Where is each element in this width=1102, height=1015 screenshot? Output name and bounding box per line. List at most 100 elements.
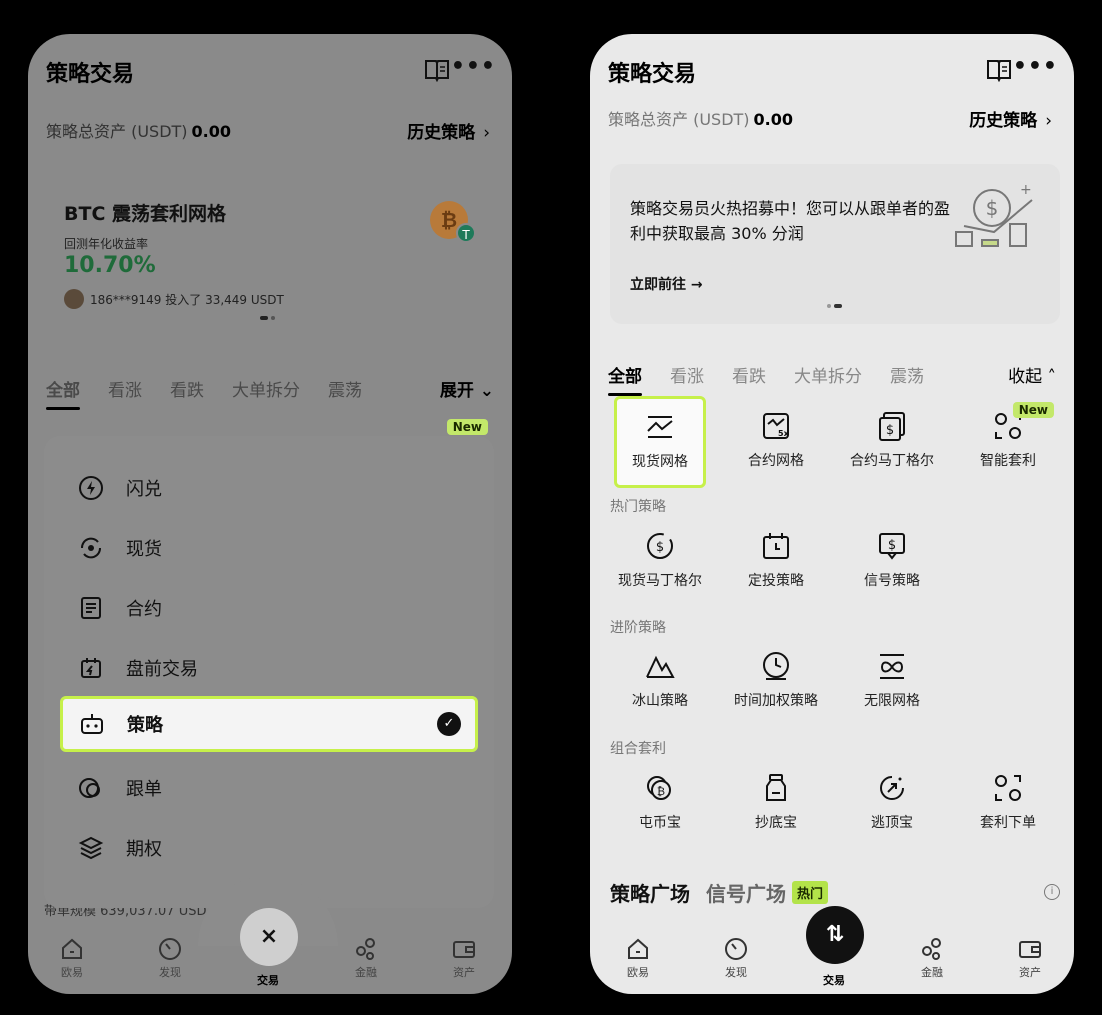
tab-bearish[interactable]: 看跌 [170, 376, 204, 401]
menu-item-strategy[interactable]: 策略 ✓ [60, 696, 478, 752]
menu-item-flash-swap[interactable]: 闪兑 [44, 460, 494, 516]
tab-block-split[interactable]: 大单拆分 [794, 362, 862, 387]
discover-icon [725, 938, 747, 960]
jar-icon [766, 774, 786, 801]
chevron-right-icon: › [483, 123, 490, 143]
svg-text:5x: 5x [778, 429, 790, 438]
expand-button[interactable]: 展开 ⌄ [440, 376, 494, 401]
recruit-banner[interactable]: 策略交易员火热招募中！您可以从跟单者的盈利中获取最高 30% 分润 立即前往 →… [610, 164, 1060, 324]
strategy-iceberg[interactable]: 冰山策略 [610, 650, 710, 710]
tether-icon: T [456, 223, 476, 243]
history-strategy-link[interactable]: 历史策略 › [407, 118, 490, 143]
strategy-dca[interactable]: 定投策略 [726, 530, 826, 590]
mountain-icon [646, 655, 675, 678]
calendar-clock-icon [763, 533, 789, 559]
finance-icon [922, 938, 941, 960]
strategy-peak-exit[interactable]: 逃顶宝 [842, 772, 942, 832]
strategy-hodl-bao[interactable]: ₿ 屯币宝 [610, 772, 710, 832]
tab-bullish[interactable]: 看涨 [670, 362, 704, 387]
tab-strategy-plaza[interactable]: 策略广场 [610, 878, 690, 907]
copy-trade-icon [78, 775, 104, 801]
total-assets: 策略总资产 (USDT) 0.00 [46, 122, 232, 141]
flash-icon [78, 475, 104, 501]
wallet-icon [453, 941, 475, 958]
chevron-right-icon: › [1045, 111, 1052, 131]
dollar-growth-illustration: $ + [955, 182, 1033, 247]
hot-badge: 热门 [792, 881, 829, 904]
nav-discover[interactable]: 发现 [140, 936, 200, 980]
new-badge: New [446, 419, 488, 435]
carousel-dots [260, 316, 275, 320]
history-strategy-link[interactable]: 历史策略 › [969, 106, 1052, 131]
nav-discover[interactable]: 发现 [706, 936, 766, 980]
right-phone-screen: 策略交易 ••• 策略总资产 (USDT) 0.00 历史策略 › 策略交易员火热招… [590, 34, 1074, 994]
nav-finance[interactable]: 金融 [336, 936, 396, 980]
robot-icon [79, 711, 105, 737]
spot-grid-icon [647, 416, 673, 438]
more-icon[interactable]: ••• [1013, 54, 1058, 79]
trade-menu-popup: 闪兑 现货 合约 盘前交易 策略 ✓ 跟单 期权 [44, 436, 494, 908]
martingale-icon: $ [879, 412, 905, 441]
svg-text:$: $ [886, 423, 894, 438]
menu-item-premarket[interactable]: 盘前交易 [44, 640, 494, 696]
svg-text:+: + [1020, 182, 1032, 198]
nav-finance[interactable]: 金融 [902, 936, 962, 980]
contract-icon [78, 595, 104, 621]
trade-swap-button[interactable]: ⇅ [806, 906, 864, 964]
plaza-tabs: 策略广场 信号广场 热门 [610, 878, 829, 907]
svg-text:₿: ₿ [657, 785, 665, 798]
strategy-buy-the-dip[interactable]: 抄底宝 [726, 772, 826, 832]
svg-text:$: $ [656, 540, 664, 555]
strategy-spot-grid[interactable]: 现货网格 [614, 396, 706, 488]
strategy-tabs: 全部 看涨 看跌 大单拆分 震荡 收起 ˄ [608, 362, 1056, 396]
nav-trade[interactable]: 交易 [804, 972, 864, 988]
strategy-infinity-grid[interactable]: 无限网格 [842, 650, 942, 710]
strategy-signal[interactable]: $ 信号策略 [842, 530, 942, 590]
tab-all[interactable]: 全部 [46, 376, 80, 410]
strategy-contract-martingale[interactable]: $ 合约马丁格尔 [842, 410, 942, 470]
layers-icon [78, 835, 104, 861]
new-badge: New [1012, 402, 1054, 418]
tab-bullish[interactable]: 看涨 [108, 376, 142, 401]
nav-home[interactable]: 欧易 [608, 936, 668, 980]
strategy-smart-arbitrage[interactable]: 智能套利 New [958, 402, 1058, 470]
tab-all[interactable]: 全部 [608, 362, 642, 396]
nav-home[interactable]: 欧易 [42, 936, 102, 980]
contract-grid-icon: 5x [763, 413, 790, 439]
menu-item-spot[interactable]: 现货 [44, 520, 494, 576]
arbitrage-order-icon [995, 775, 1021, 801]
more-icon[interactable]: ••• [451, 54, 496, 79]
card-title: BTC 震荡套利网格 [64, 203, 227, 225]
info-icon[interactable]: i [1044, 884, 1060, 900]
signal-icon: $ [879, 533, 905, 560]
tab-signal-plaza[interactable]: 信号广场 [706, 878, 786, 907]
card-subtitle: 回测年化收益率 [64, 237, 149, 251]
strategy-contract-grid[interactable]: 5x 合约网格 [726, 410, 826, 470]
nav-assets[interactable]: 资产 [434, 936, 494, 980]
card-user-info: 186***9149 投入了 33,449 USDT [64, 289, 284, 309]
strategy-spot-martingale[interactable]: $ 现货马丁格尔 [610, 530, 710, 590]
strategy-twap[interactable]: 时间加权策略 [726, 650, 826, 710]
tab-oscillation[interactable]: 震荡 [890, 362, 924, 387]
banner-dots [827, 304, 842, 308]
book-icon[interactable] [986, 56, 1012, 82]
menu-item-copy-trade[interactable]: 跟单 [44, 760, 494, 816]
nav-assets[interactable]: 资产 [1000, 936, 1060, 980]
menu-item-options[interactable]: 期权 [44, 820, 494, 876]
book-icon[interactable] [424, 56, 450, 82]
infinity-grid-icon [880, 654, 904, 679]
strategy-tabs: 全部 看涨 看跌 大单拆分 震荡 展开 ⌄ [46, 376, 494, 410]
total-assets: 策略总资产 (USDT) 0.00 [608, 110, 794, 129]
avatar [64, 289, 84, 309]
home-icon [628, 938, 648, 959]
tab-bearish[interactable]: 看跌 [732, 362, 766, 387]
strategy-arbitrage-order[interactable]: 套利下单 [958, 772, 1058, 832]
collapse-button[interactable]: 收起 ˄ [1008, 362, 1056, 387]
header: 策略交易 ••• [590, 34, 1074, 106]
page-title: 策略交易 [608, 62, 697, 87]
nav-trade[interactable]: 交易 [238, 972, 298, 988]
tab-oscillation[interactable]: 震荡 [328, 376, 362, 401]
menu-item-contract[interactable]: 合约 [44, 580, 494, 636]
banner-go-link[interactable]: 立即前往 → [630, 274, 703, 294]
tab-block-split[interactable]: 大单拆分 [232, 376, 300, 401]
